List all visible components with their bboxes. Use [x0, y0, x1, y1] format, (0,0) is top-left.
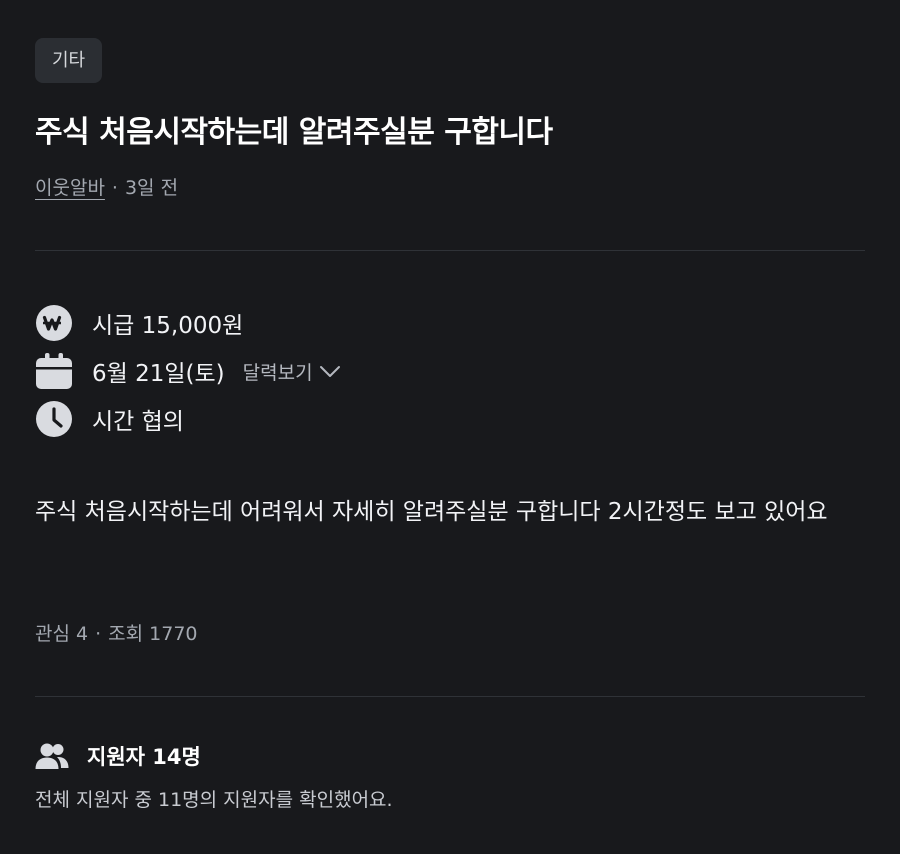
post-meta: 이웃알바 · 3일 전: [35, 174, 178, 202]
date-row: 6월 21일(토) 달력보기: [35, 351, 342, 391]
won-icon: [35, 304, 73, 342]
calendar-toggle-label: 달력보기: [242, 361, 313, 384]
applicants-header: 지원자 14명: [35, 738, 201, 774]
date-text: 6월 21일(토): [92, 361, 225, 387]
time-text: 시간 협의: [92, 409, 184, 435]
posted-time: 3일 전: [124, 177, 179, 199]
applicants-title: 지원자 14명: [87, 745, 201, 769]
post-stats: 관심 4 · 조회 1770: [35, 620, 198, 648]
job-post-detail: 기타 주식 처음시작하는데 알려주실분 구합니다 이웃알바 · 3일 전 시급 15…: [0, 0, 900, 854]
post-description: 주식 처음시작하는데 어려워서 자세히 알려주실분 구합니다 2시간정도 보고 …: [35, 499, 828, 525]
time-row: 시간 협의: [35, 399, 184, 439]
wage-row: 시급 15,000원: [35, 303, 243, 343]
chevron-down-icon: [319, 366, 340, 377]
author-link[interactable]: 이웃알바: [35, 177, 105, 199]
meta-separator: ·: [111, 177, 118, 199]
calendar-toggle[interactable]: 달력보기: [243, 358, 342, 385]
category-badge: 기타: [35, 38, 103, 83]
view-count: 조회 1770: [108, 623, 198, 645]
people-icon: [35, 742, 69, 770]
calendar-icon: [35, 352, 73, 390]
post-title: 주식 처음시작하는데 알려주실분 구합니다: [35, 115, 553, 150]
interest-count: 관심 4: [35, 623, 89, 645]
clock-icon: [35, 400, 73, 438]
stats-separator: ·: [95, 623, 102, 645]
divider: [35, 696, 865, 697]
wage-text: 시급 15,000원: [92, 313, 244, 339]
divider: [35, 250, 865, 251]
applicants-summary: 전체 지원자 중 11명의 지원자를 확인했어요.: [35, 789, 393, 811]
